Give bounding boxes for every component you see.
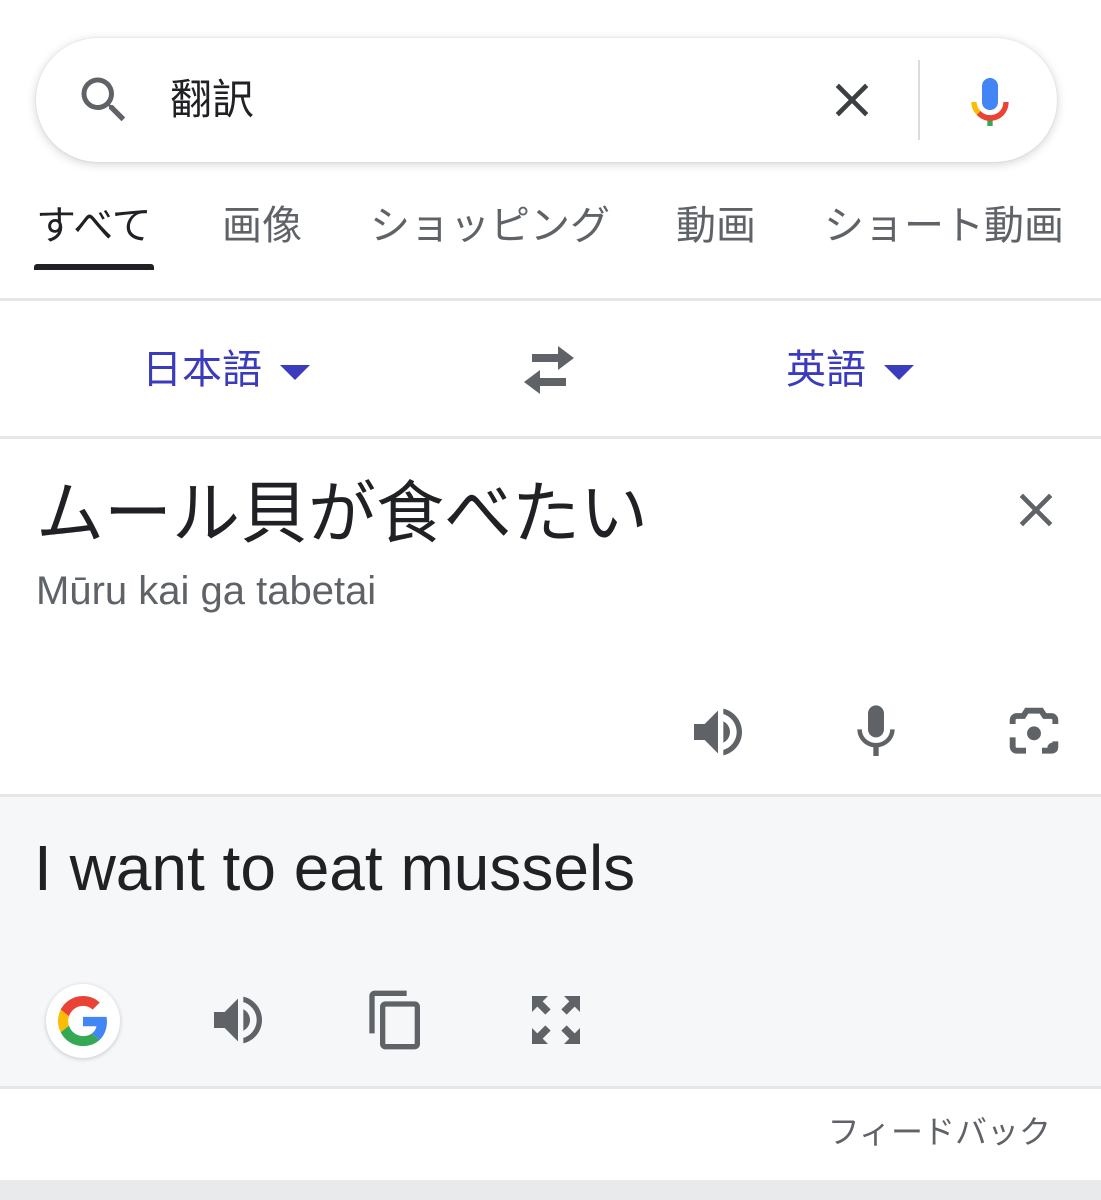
- fullscreen-icon[interactable]: [524, 988, 588, 1052]
- mic-icon[interactable]: [844, 700, 908, 764]
- search-divider: [918, 60, 920, 140]
- chevron-down-icon: [280, 364, 310, 380]
- close-icon[interactable]: [1008, 482, 1064, 538]
- source-language-select[interactable]: 日本語: [142, 340, 310, 400]
- divider: [0, 1086, 1101, 1089]
- source-language-label: 日本語: [142, 347, 262, 393]
- mic-icon[interactable]: [958, 68, 1022, 136]
- tab-images[interactable]: 画像: [222, 196, 302, 256]
- camera-icon[interactable]: [1002, 700, 1066, 764]
- divider: [0, 298, 1101, 301]
- tab-shopping[interactable]: ショッピング: [370, 196, 610, 256]
- target-language-select[interactable]: 英語: [786, 340, 914, 400]
- search-query-text[interactable]: 翻訳: [170, 70, 254, 130]
- copy-icon[interactable]: [364, 988, 428, 1052]
- feedback-link[interactable]: フィードバック: [828, 1108, 1051, 1156]
- speaker-icon[interactable]: [206, 988, 270, 1052]
- tab-active-indicator: [34, 264, 154, 270]
- speaker-icon[interactable]: [686, 700, 750, 764]
- source-text[interactable]: ムール貝が食べたい: [36, 470, 648, 560]
- search-icon[interactable]: [74, 70, 134, 130]
- google-logo-icon[interactable]: [46, 984, 120, 1058]
- close-icon[interactable]: [824, 72, 880, 128]
- divider: [0, 436, 1101, 439]
- tab-short-videos[interactable]: ショート動画: [824, 196, 1064, 256]
- chevron-down-icon: [884, 364, 914, 380]
- swap-languages-icon[interactable]: [518, 344, 580, 396]
- target-language-label: 英語: [786, 347, 866, 393]
- tab-all[interactable]: すべて: [36, 196, 152, 256]
- tab-videos[interactable]: 動画: [676, 196, 756, 256]
- source-romanization: Mūru kai ga tabetai: [36, 569, 377, 613]
- bottom-separator: [0, 1180, 1101, 1200]
- translated-text: I want to eat mussels: [34, 832, 636, 904]
